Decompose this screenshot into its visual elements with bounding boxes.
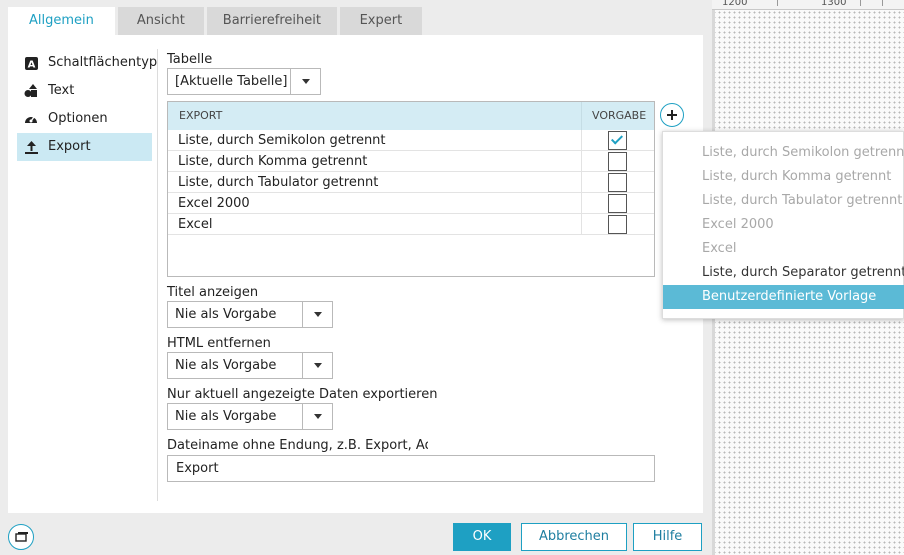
tabelle-select[interactable]: [Aktuelle Tabelle]: [167, 68, 321, 95]
dateiname-label: Dateiname ohne Endung, z.B. Export, Adre…: [167, 438, 428, 453]
titel-anzeigen-label: Titel anzeigen: [167, 285, 259, 300]
tabelle-label: Tabelle: [167, 52, 213, 67]
column-divider: [581, 172, 582, 193]
tab-barrierefreiheit[interactable]: Barrierefreiheit: [206, 7, 337, 35]
dateiname-value: Export: [176, 461, 219, 476]
sidebar-item-label: Optionen: [48, 111, 108, 126]
checkmark-icon: [610, 132, 624, 145]
chevron-down-icon[interactable]: [302, 302, 332, 327]
table-row[interactable]: Excel: [168, 214, 654, 235]
vorgabe-checkbox[interactable]: [608, 215, 627, 234]
column-divider: [581, 130, 582, 151]
menu-item: Excel 2000: [702, 217, 774, 232]
sidebar-item-text[interactable]: Text: [17, 77, 152, 105]
vorgabe-checkbox[interactable]: [608, 131, 627, 150]
nur-aktuell-select[interactable]: Nie als Vorgabe: [167, 403, 333, 430]
column-header-export[interactable]: EXPORT: [179, 102, 222, 130]
table-row[interactable]: Liste, durch Komma getrennt: [168, 151, 654, 172]
titel-anzeigen-select[interactable]: Nie als Vorgabe: [167, 301, 333, 328]
chevron-down-icon[interactable]: [290, 69, 320, 94]
dateiname-input[interactable]: Export: [167, 455, 655, 482]
tab-expert[interactable]: Expert: [339, 7, 422, 35]
gauge-icon: [24, 112, 38, 126]
sidebar-item-export[interactable]: Export: [17, 133, 152, 161]
nur-aktuell-value: Nie als Vorgabe: [175, 409, 277, 424]
column-divider: [581, 193, 582, 214]
help-button[interactable]: Hilfe: [633, 523, 702, 551]
ruler-tick: [777, 0, 778, 6]
tab-bar: Allgemein Ansicht Barrierefreiheit Exper…: [8, 7, 425, 35]
sidebar-item-label: Export: [48, 139, 91, 154]
row-label: Liste, durch Tabulator getrennt: [178, 175, 379, 190]
vorgabe-checkbox[interactable]: [608, 194, 627, 213]
sidebar-item-label: Schaltflächentyp: [48, 55, 158, 70]
export-grid: EXPORT VORGABE Liste, durch Semikolon ge…: [167, 101, 655, 277]
menu-item-separator-list[interactable]: Liste, durch Separator getrennt: [663, 261, 904, 285]
ruler-tick: [882, 0, 883, 6]
upload-icon: [24, 140, 38, 154]
ruler-label: 1200: [722, 0, 748, 8]
chevron-down-icon[interactable]: [302, 404, 332, 429]
tab-allgemein[interactable]: Allgemein: [8, 7, 115, 35]
sidebar-item-label: Text: [48, 83, 75, 98]
vorgabe-checkbox[interactable]: [608, 173, 627, 192]
horizontal-ruler: 1200 1300: [712, 0, 904, 10]
export-type-menu: Liste, durch Semikolon getrennt Liste, d…: [662, 131, 904, 319]
column-divider: [581, 151, 582, 172]
add-export-button[interactable]: [660, 103, 684, 127]
menu-item: Liste, durch Semikolon getrennt: [702, 145, 904, 160]
table-row[interactable]: Excel 2000: [168, 193, 654, 214]
html-entfernen-value: Nie als Vorgabe: [175, 358, 277, 373]
nur-aktuell-label: Nur aktuell angezeigte Daten exportieren: [167, 387, 438, 402]
tabelle-value: [Aktuelle Tabelle]: [175, 74, 288, 89]
ruler-label: 1300: [821, 0, 847, 8]
cancel-button[interactable]: Abbrechen: [521, 523, 627, 551]
sidebar-item-schaltflaechentyp[interactable]: A Schaltflächentyp: [17, 49, 157, 77]
tab-ansicht[interactable]: Ansicht: [117, 7, 204, 35]
panel-divider: [157, 49, 158, 501]
window-icon: [15, 532, 28, 542]
letter-a-icon: A: [24, 56, 38, 70]
menu-item: Excel: [702, 241, 737, 256]
vorgabe-checkbox[interactable]: [608, 152, 627, 171]
titel-anzeigen-value: Nie als Vorgabe: [175, 307, 277, 322]
window-mode-button[interactable]: [8, 524, 34, 550]
table-row[interactable]: Liste, durch Tabulator getrennt: [168, 172, 654, 193]
row-label: Liste, durch Semikolon getrennt: [178, 133, 386, 148]
menu-item: Liste, durch Komma getrennt: [702, 169, 892, 184]
column-divider: [581, 214, 582, 235]
grid-header: EXPORT VORGABE: [168, 102, 654, 130]
column-divider: [581, 102, 582, 130]
svg-text:A: A: [27, 59, 35, 70]
chevron-down-icon[interactable]: [302, 353, 332, 378]
row-label: Liste, durch Komma getrennt: [178, 154, 368, 169]
table-row[interactable]: Liste, durch Semikolon getrennt: [168, 130, 654, 151]
menu-item-custom-template[interactable]: Benutzerdefinierte Vorlage: [663, 285, 904, 309]
column-header-vorgabe[interactable]: VORGABE: [592, 102, 646, 130]
properties-dialog: Allgemein Ansicht Barrierefreiheit Exper…: [0, 0, 712, 555]
ruler-tick: [860, 0, 861, 6]
ok-button[interactable]: OK: [453, 523, 511, 551]
html-entfernen-select[interactable]: Nie als Vorgabe: [167, 352, 333, 379]
html-entfernen-label: HTML entfernen: [167, 336, 271, 351]
menu-item: Liste, durch Tabulator getrennt: [702, 193, 903, 208]
sidebar: A Schaltflächentyp Text Optionen Export: [17, 49, 157, 161]
shapes-icon: [24, 84, 38, 98]
row-label: Excel: [178, 217, 213, 232]
row-label: Excel 2000: [178, 196, 250, 211]
tab-panel: A Schaltflächentyp Text Optionen Export …: [8, 35, 703, 513]
sidebar-item-optionen[interactable]: Optionen: [17, 105, 152, 133]
